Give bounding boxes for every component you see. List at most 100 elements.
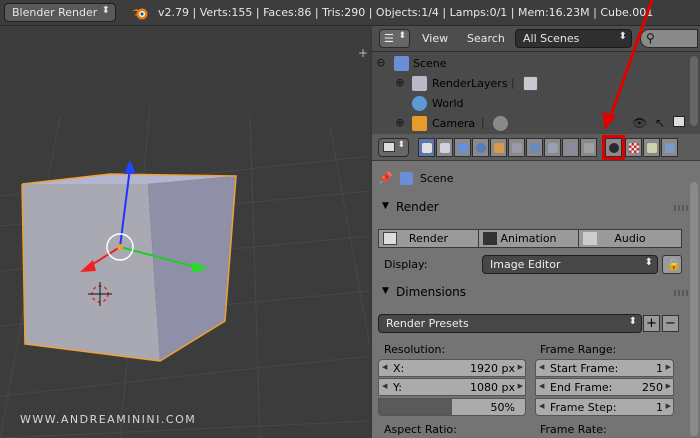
viewport-canvas[interactable] [0,26,370,438]
tree-item-label: Camera [432,117,476,130]
camera-icon [422,143,432,153]
properties-icon [383,142,395,152]
start-frame-field[interactable]: ◀ Start Frame: 1 ▶ [535,359,674,377]
separator: | [511,76,515,89]
resolution-x-field[interactable]: ◀ X: 1920 px ▶ [378,359,526,377]
expand-icon[interactable]: ⊕ [394,117,406,129]
lock-toggle[interactable]: 🔓 [662,255,682,274]
viewport-plus-icon[interactable]: + [357,47,369,59]
scene-stats: v2.79 | Verts:155 | Faces:86 | Tris:290 … [158,6,654,19]
audio-button[interactable]: Audio [578,229,682,248]
watermark: WWW.ANDREAMININI.COM [20,413,197,426]
remove-preset-button[interactable]: − [662,315,679,332]
field-value: 250 [642,381,663,394]
decrement-arrow-icon[interactable]: ◀ [539,363,544,371]
field-label: Start Frame: [550,362,619,375]
properties-editor: ⬍ 📌 Scene ▼ Render Render Animation Audi… [372,134,700,438]
decrement-arrow-icon[interactable]: ◀ [539,382,544,390]
increment-arrow-icon[interactable]: ▶ [666,363,671,371]
frame-range-label: Frame Range: [540,343,617,356]
tab-render-layers[interactable] [436,138,453,157]
context-label: Scene [420,172,454,185]
tab-scene[interactable] [454,138,471,157]
expand-icon[interactable]: ⊕ [394,77,406,89]
increment-arrow-icon[interactable]: ▶ [666,382,671,390]
render-engine-select[interactable]: Blender Render ⬍ [4,3,116,22]
cube-front-face [22,184,160,361]
collapse-icon[interactable]: ⊖ [375,57,387,69]
world-icon [412,96,427,111]
menu-search[interactable]: Search [467,32,505,45]
renderlayers-icon [412,76,427,91]
display-select[interactable]: Image Editor ⬍ [482,255,658,274]
increment-arrow-icon[interactable]: ▶ [666,402,671,410]
decrement-arrow-icon[interactable]: ◀ [382,363,387,371]
chain-icon [512,143,522,153]
world-icon [476,143,486,153]
render-button[interactable]: Render [378,229,479,248]
collapse-triangle-icon: ▼ [382,201,389,211]
3d-viewport[interactable]: + WWW.ANDREAMININI.COM [0,26,370,438]
end-frame-field[interactable]: ◀ End Frame: 250 ▶ [535,378,674,396]
tab-particle-system[interactable] [643,138,660,157]
properties-header: ⬍ [372,134,700,161]
dimensions-panel-header[interactable]: ▼ Dimensions [376,282,694,304]
field-value: 1080 px [470,381,515,394]
cube-side-face [148,176,236,361]
drag-grip-icon[interactable] [674,290,688,296]
render-settings-icon[interactable] [523,76,538,91]
drag-grip-icon[interactable] [674,205,688,211]
tab-physics[interactable] [562,138,579,157]
tab-physics-scene[interactable] [661,138,678,157]
tab-world[interactable] [472,138,489,157]
render-camera-icon[interactable] [673,116,685,127]
updown-chevron-icon: ⬍ [628,316,637,327]
pin-icon[interactable]: 📌 [378,171,393,185]
plus-icon: + [646,316,657,331]
properties-scrollbar[interactable] [690,182,698,436]
aspect-ratio-label: Aspect Ratio: [384,423,457,436]
editor-type-button[interactable]: ⬍ [378,138,409,157]
minus-icon: − [665,316,676,331]
tab-data[interactable] [544,138,561,157]
cube-icon [494,143,504,153]
panel-title: Dimensions [396,285,467,299]
decrement-arrow-icon[interactable]: ◀ [382,382,387,390]
tab-render[interactable] [418,138,435,157]
resolution-y-field[interactable]: ◀ Y: 1080 px ▶ [378,378,526,396]
render-presets-select[interactable]: Render Presets ⬍ [378,314,642,333]
object-origin [117,244,123,250]
tab-modifiers[interactable] [526,138,543,157]
tab-constraints[interactable] [508,138,525,157]
updown-chevron-icon: ⬍ [398,31,406,41]
increment-arrow-icon[interactable]: ▶ [518,363,523,371]
add-preset-button[interactable]: + [643,315,660,332]
resolution-percentage-slider[interactable]: 50% [378,398,526,416]
updown-chevron-icon: ⬍ [644,257,653,268]
decrement-arrow-icon[interactable]: ◀ [539,402,544,410]
resolution-label: Resolution: [384,343,446,356]
physics-icon [566,143,576,153]
outliner-scrollbar[interactable] [690,56,698,126]
display-value: Image Editor [490,258,561,271]
tab-object[interactable] [490,138,507,157]
scene-icon [394,56,409,71]
tab-particles[interactable] [580,138,597,157]
frame-rate-label: Frame Rate: [540,423,607,436]
scene-icon [458,143,468,153]
camera-data-icon [493,116,508,131]
camera-icon [412,116,427,131]
render-panel-header[interactable]: ▼ Render [376,197,694,219]
editor-type-button[interactable]: ☰ ⬍ [379,29,410,48]
frame-step-field[interactable]: ◀ Frame Step: 1 ▶ [535,398,674,416]
animation-button[interactable]: Animation [478,229,579,248]
grid-icon [647,143,657,153]
display-mode-label: All Scenes [523,32,580,45]
tab-texture[interactable] [625,138,642,157]
increment-arrow-icon[interactable]: ▶ [518,382,523,390]
z-axis-arrow [124,160,136,174]
updown-chevron-icon: ⬍ [101,5,110,16]
menu-view[interactable]: View [422,32,448,45]
field-label: Frame Step: [550,401,617,414]
field-value: 1 [656,401,663,414]
